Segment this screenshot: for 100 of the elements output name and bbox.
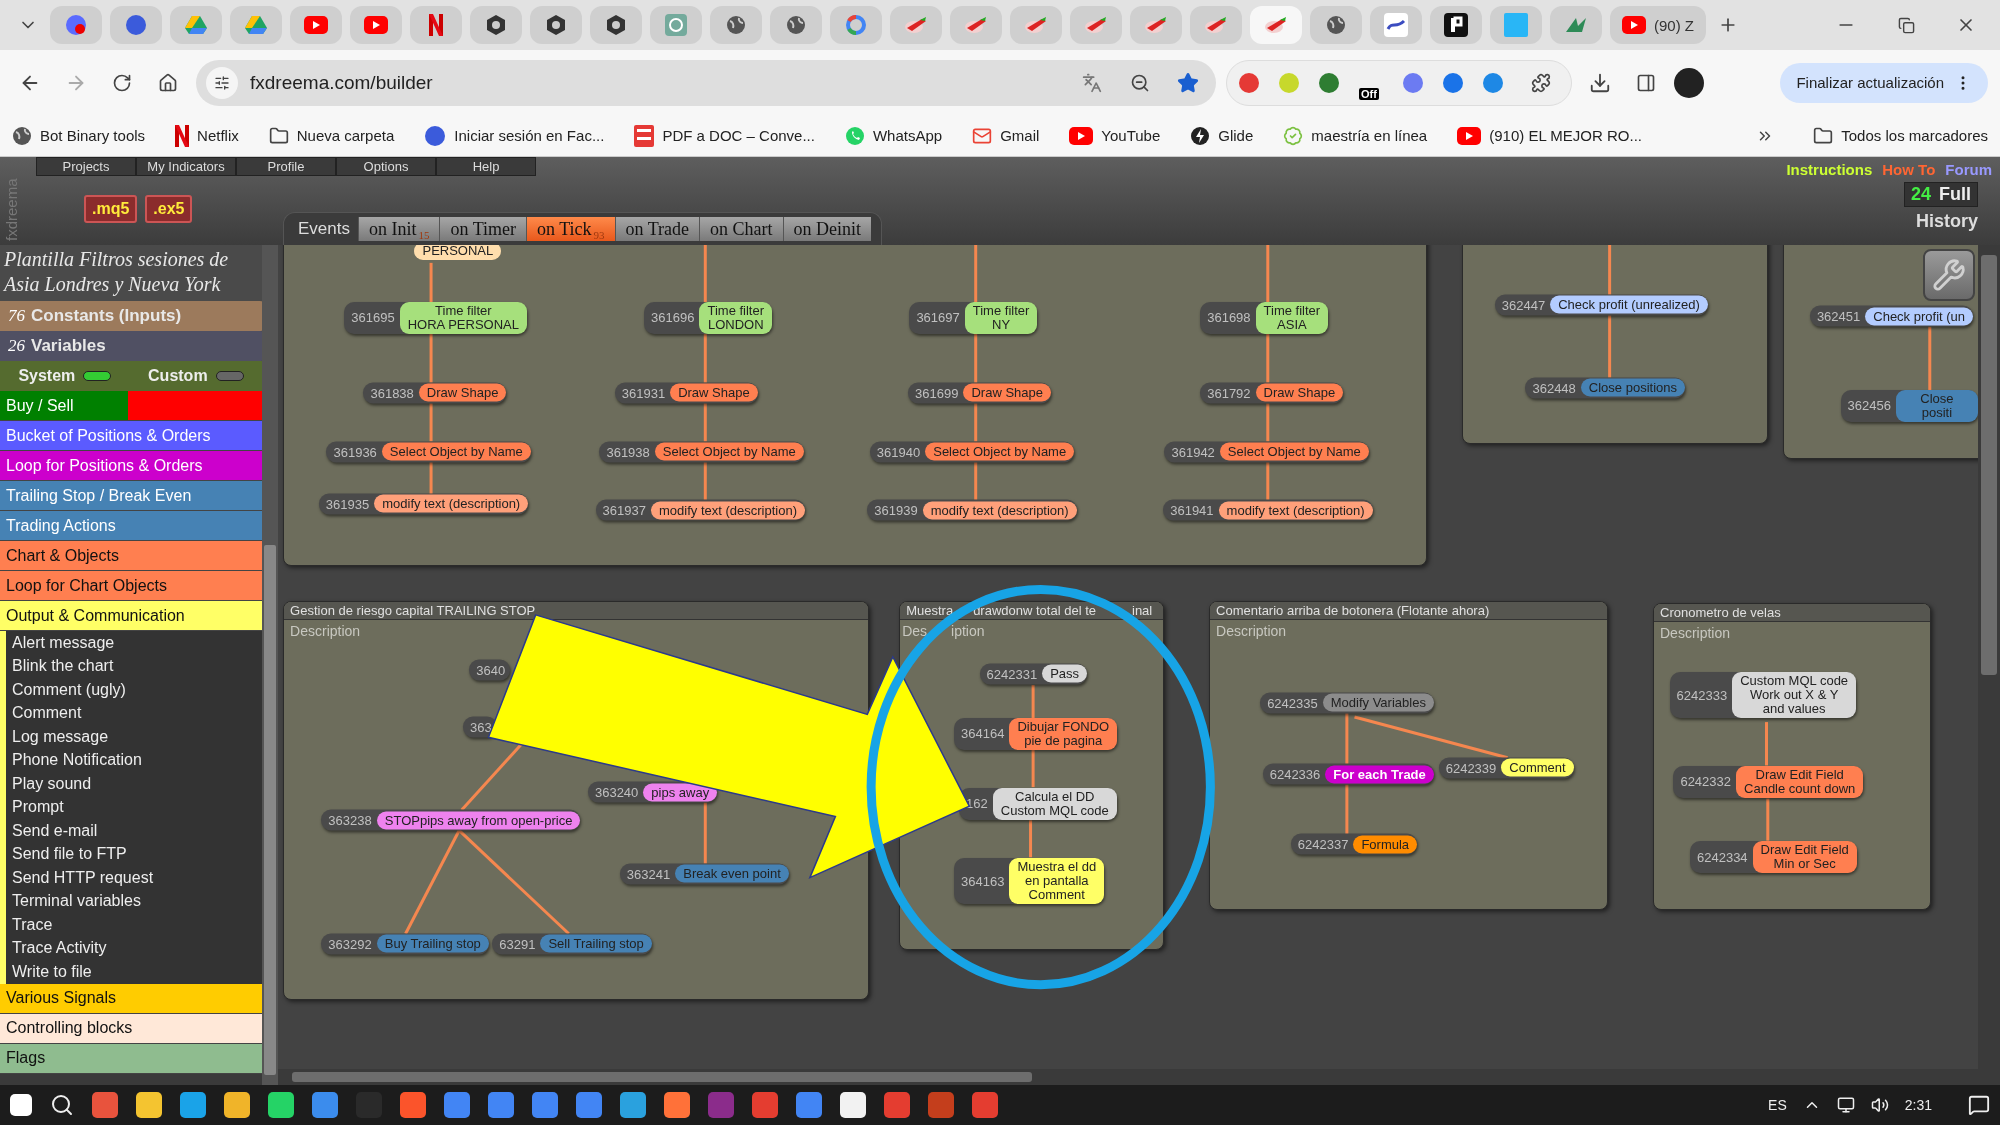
block-item[interactable]: Send file to FTP [6, 842, 262, 866]
monitor-icon[interactable] [1836, 1096, 1855, 1114]
taskbar-app-icon[interactable] [576, 1092, 602, 1118]
taskbar-app-icon[interactable] [620, 1092, 646, 1118]
block-node[interactable]: 363292 Buy Trailing stop [321, 933, 489, 955]
browser-tab[interactable] [470, 6, 522, 44]
start-icon[interactable] [10, 1094, 32, 1116]
browser-tab[interactable] [530, 6, 582, 44]
block-item[interactable]: Phone Notification [6, 748, 262, 772]
extension-icon[interactable] [1443, 72, 1463, 93]
taskbar-app-icon[interactable] [796, 1092, 822, 1118]
block-item[interactable]: Comment (ugly) [6, 678, 262, 702]
block-node[interactable]: 6242331 Pass [979, 663, 1088, 685]
block-item[interactable]: Play sound [6, 772, 262, 796]
taskbar-app-icon[interactable] [312, 1092, 338, 1118]
download-icon[interactable] [1589, 71, 1611, 94]
block-node[interactable]: 361699 Draw Shape [908, 382, 1052, 404]
block-node[interactable]: 362456 Close positi [1840, 389, 1978, 422]
category-item[interactable]: Loop for Chart Objects [0, 571, 262, 601]
constants-row[interactable]: 76 Constants (Inputs) [0, 301, 262, 331]
constants-row[interactable]: 26 Variables [0, 331, 262, 361]
taskbar-app-icon[interactable] [224, 1092, 250, 1118]
block-item[interactable]: Comment [6, 701, 262, 725]
side-panel-icon[interactable] [1636, 72, 1656, 93]
address-bar[interactable]: fxdreema.com/builder [196, 59, 1216, 106]
export-button[interactable]: .mq5 [84, 195, 138, 223]
block-node[interactable]: 362447 Check profit (unrealized) [1494, 294, 1708, 316]
extension-icon[interactable] [1319, 72, 1339, 93]
taskbar-app-icon[interactable] [268, 1092, 294, 1118]
bookmark-link[interactable]: WhatsApp [844, 125, 943, 146]
block-node[interactable]: 6242337 Formula [1290, 834, 1418, 855]
block-item[interactable]: Write to file [6, 960, 262, 984]
sliders-icon[interactable] [214, 74, 230, 91]
bookmark-link[interactable]: Bot Binary tools [12, 125, 146, 146]
translate-icon[interactable] [1082, 72, 1102, 93]
taskbar-app-icon[interactable] [136, 1092, 162, 1118]
category-item[interactable]: Various Signals [0, 983, 262, 1014]
volume-icon[interactable] [1870, 1096, 1889, 1114]
taskbar-app-icon[interactable] [488, 1092, 514, 1118]
taskbar-app-icon[interactable] [884, 1092, 910, 1118]
block-node[interactable]: 6242333 Custom MQL code Work out X & Y and values [1669, 672, 1857, 719]
category-item[interactable]: Output & Communication [0, 601, 262, 631]
taskbar-app-icon[interactable] [400, 1092, 426, 1118]
bookmark-link[interactable]: Todos los marcadores [1813, 125, 1988, 146]
history-counter[interactable]: 24 Full [1903, 182, 1978, 207]
category-item[interactable]: Buy / Sell [0, 391, 262, 421]
notification-icon[interactable] [1968, 1094, 1990, 1116]
search-icon[interactable] [50, 1093, 74, 1117]
header-link[interactable]: Instructions [1786, 161, 1873, 178]
block-node[interactable]: 361939 modify text (description) [867, 499, 1077, 521]
category-item[interactable]: Controlling blocks [0, 1013, 262, 1044]
taskbar-app-icon[interactable] [664, 1092, 690, 1118]
home-icon[interactable] [158, 72, 178, 93]
restore-icon[interactable] [1897, 16, 1915, 34]
block-node[interactable]: 362448 Close positions [1525, 377, 1685, 399]
block-node[interactable]: 361792 Draw Shape [1200, 382, 1344, 404]
browser-tab[interactable]: (90) Z [1610, 6, 1706, 44]
block-node[interactable]: 362451 Check profit (un [1809, 305, 1974, 327]
block-item[interactable]: Alert message [6, 631, 262, 655]
block-item[interactable]: Prompt [6, 795, 262, 819]
taskbar-app-icon[interactable] [752, 1092, 778, 1118]
block-node[interactable]: 361941 modify text (description) [1163, 499, 1373, 521]
scrollbar[interactable] [262, 245, 278, 1085]
category-item[interactable]: Trading Actions [0, 511, 262, 541]
block-item[interactable]: Terminal variables [6, 889, 262, 913]
menu-button[interactable]: My Indicators [136, 157, 236, 176]
history-label[interactable]: History [1916, 211, 1978, 232]
block-item[interactable]: Send HTTP request [6, 866, 262, 890]
taskbar-app-icon[interactable] [972, 1092, 998, 1118]
block-node[interactable]: 361942 Select Object by Name [1164, 441, 1369, 463]
star-icon[interactable] [1177, 71, 1199, 94]
block-node[interactable]: 6242339 Comment [1438, 757, 1574, 779]
menu-button[interactable]: Profile [236, 157, 336, 176]
block-node[interactable]: 363238 STOPpips away from open-price [321, 809, 581, 831]
taskbar-app-icon[interactable] [180, 1092, 206, 1118]
block-node[interactable]: 361935 modify text (description) [318, 493, 529, 515]
taskbar-app-icon[interactable] [840, 1092, 866, 1118]
event-tab[interactable]: on Timer [439, 217, 526, 241]
block-node[interactable]: 361936 Select Object by Name [326, 441, 531, 463]
scrollbar[interactable] [278, 1069, 2000, 1085]
zoom-out-icon[interactable] [1130, 72, 1150, 93]
bookmark-link[interactable]: YouTube [1069, 126, 1161, 145]
block-node[interactable]: PERSONAL [414, 245, 502, 261]
bookmark-link[interactable]: PDF a DOC – Conve... [634, 124, 815, 147]
export-button[interactable]: .ex5 [145, 195, 193, 223]
event-tab[interactable]: on Deinit [782, 217, 872, 241]
bookmark-link[interactable]: Glide [1190, 125, 1254, 146]
category-item[interactable]: Bucket of Positions & Orders [0, 421, 262, 451]
menu-button[interactable]: Options [336, 157, 436, 176]
puzzle-icon[interactable] [1531, 72, 1551, 93]
category-item[interactable]: Loop for Positions & Orders [0, 451, 262, 481]
extension-icon[interactable] [1239, 72, 1259, 93]
block-node[interactable]: 361838 Draw Shape [363, 382, 507, 404]
block-node[interactable]: 6242335 Modify Variables [1260, 692, 1434, 714]
menu-button[interactable]: Help [436, 157, 536, 176]
bookmark-link[interactable]: Nueva carpeta [268, 125, 395, 146]
update-button[interactable]: Finalizar actualización [1780, 62, 1988, 103]
category-item[interactable]: Chart & Objects [0, 541, 262, 571]
category-item[interactable]: Flags [0, 1043, 262, 1074]
extension-icon[interactable] [1483, 72, 1503, 93]
